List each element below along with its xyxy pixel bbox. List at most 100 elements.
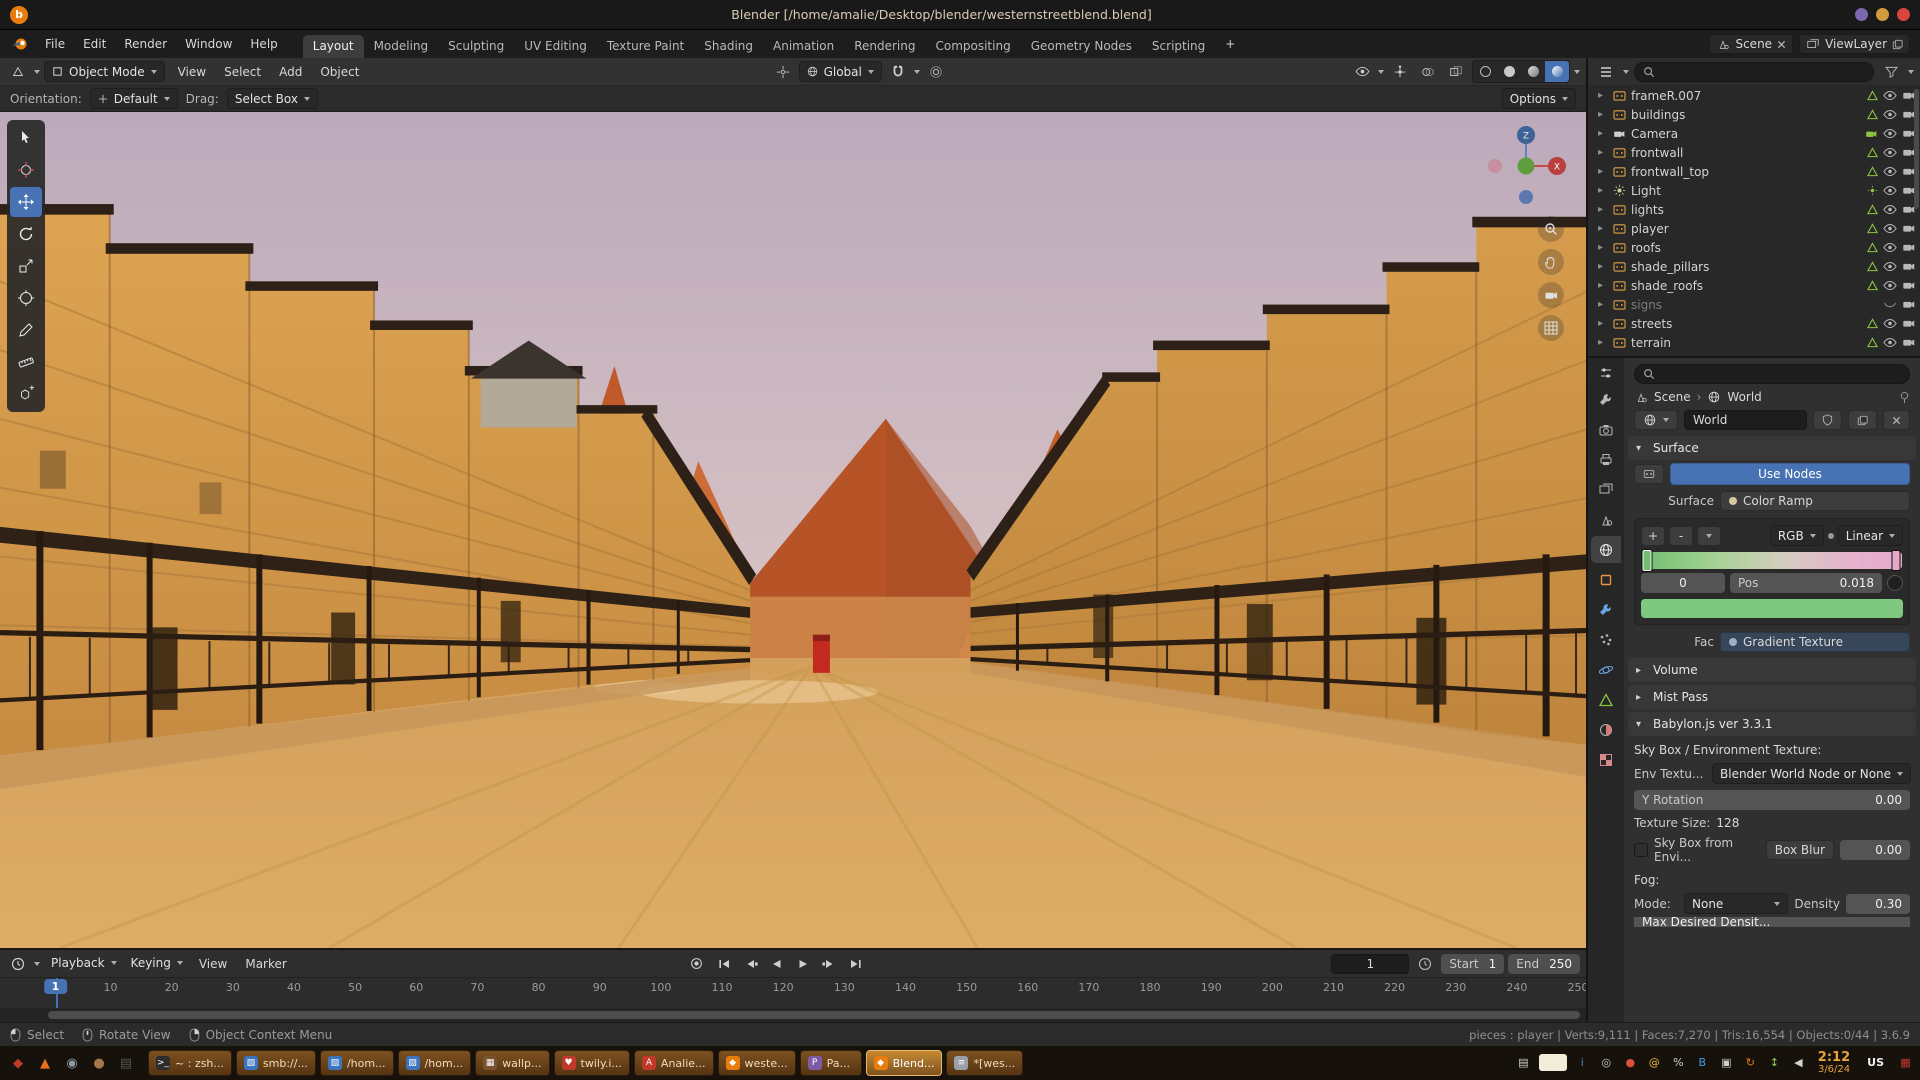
ramp-tools-button[interactable] xyxy=(1697,526,1721,546)
babylon-panel-header[interactable]: ▾Babylon.js ver 3.3.1 xyxy=(1628,712,1916,736)
ramp-add-button[interactable]: + xyxy=(1641,526,1665,546)
taskbar-window-button[interactable]: ▨/hom... xyxy=(398,1050,472,1076)
surface-panel-header[interactable]: ▾Surface xyxy=(1628,436,1916,460)
taskbar-clock[interactable]: 2:12 3/6/24 xyxy=(1818,1051,1850,1075)
ramp-index-field[interactable]: 0 xyxy=(1641,573,1725,593)
workspace-tab-shading[interactable]: Shading xyxy=(694,35,763,58)
outliner-item-shade_roofs[interactable]: ▸shade_roofs xyxy=(1588,276,1920,295)
box-blur-button[interactable]: Box Blur xyxy=(1766,840,1834,860)
properties-tab-view-layer[interactable] xyxy=(1591,476,1621,503)
viewport-menu-select[interactable]: Select xyxy=(215,61,270,83)
hide-in-viewport-icon[interactable] xyxy=(1883,318,1897,329)
expand-caret-icon[interactable]: ▸ xyxy=(1598,299,1608,310)
gizmo-y[interactable] xyxy=(1518,158,1535,175)
disable-in-renders-icon[interactable] xyxy=(1902,280,1916,291)
blender-logo-icon[interactable] xyxy=(10,36,30,52)
skybox-from-env-checkbox[interactable] xyxy=(1634,843,1648,857)
menu-window[interactable]: Window xyxy=(176,33,241,55)
tool-select-box[interactable] xyxy=(10,123,42,153)
properties-tab-texture[interactable] xyxy=(1591,746,1621,773)
menu-help[interactable]: Help xyxy=(241,33,286,55)
properties-tab-output[interactable] xyxy=(1591,446,1621,473)
proportional-edit-icon[interactable] xyxy=(924,61,948,82)
launcher-app-menu-icon[interactable]: ◆ xyxy=(6,1051,30,1075)
taskbar-window-button[interactable]: >_~ : zsh... xyxy=(148,1050,232,1076)
pin-icon[interactable] xyxy=(1899,391,1910,404)
tool-cursor[interactable] xyxy=(10,155,42,185)
add-workspace-button[interactable]: + xyxy=(1217,33,1243,56)
navigation-gizmo[interactable]: Z X xyxy=(1480,120,1572,212)
workspace-tab-uv-editing[interactable]: UV Editing xyxy=(514,35,597,58)
shading-options-chevron[interactable] xyxy=(1574,70,1580,74)
hide-in-viewport-icon[interactable] xyxy=(1883,166,1897,177)
pan-hand-icon[interactable] xyxy=(1538,249,1564,275)
tray-network-icon[interactable]: ↕ xyxy=(1766,1054,1783,1071)
outliner-item-name[interactable]: frontwall_top xyxy=(1631,165,1709,179)
outliner-item-player[interactable]: ▸player xyxy=(1588,219,1920,238)
use-nodes-button[interactable]: Use Nodes xyxy=(1670,463,1910,485)
properties-editor-type-button[interactable] xyxy=(1594,362,1618,383)
hide-in-viewport-icon[interactable] xyxy=(1883,280,1897,291)
expand-caret-icon[interactable]: ▸ xyxy=(1598,261,1608,272)
outliner-search-input[interactable] xyxy=(1634,62,1874,82)
drag-dropdown[interactable]: Select Box xyxy=(227,88,318,109)
current-frame-badge[interactable]: 1 xyxy=(44,979,68,994)
expand-caret-icon[interactable]: ▸ xyxy=(1598,337,1608,348)
workspace-tab-scripting[interactable]: Scripting xyxy=(1142,35,1215,58)
expand-caret-icon[interactable]: ▸ xyxy=(1598,185,1608,196)
texture-size-value[interactable]: 128 xyxy=(1716,816,1739,830)
auto-key-icon[interactable] xyxy=(685,953,709,974)
disable-in-renders-icon[interactable] xyxy=(1902,299,1916,310)
node-icon-button[interactable] xyxy=(1634,464,1664,484)
blender-app-icon[interactable]: b xyxy=(10,6,28,24)
expand-caret-icon[interactable]: ▸ xyxy=(1598,166,1608,177)
zoom-icon[interactable] xyxy=(1538,216,1564,242)
ramp-pos-field[interactable]: Pos0.018 xyxy=(1730,573,1882,593)
hide-in-viewport-icon[interactable] xyxy=(1883,128,1897,139)
timeline-menu-view[interactable]: View xyxy=(190,953,236,975)
gizmos-icon[interactable] xyxy=(1388,61,1412,82)
expand-caret-icon[interactable]: ▸ xyxy=(1598,128,1608,139)
tray-screenshot-icon[interactable]: ◎ xyxy=(1598,1054,1615,1071)
gizmo-minus-x[interactable] xyxy=(1488,159,1502,173)
outliner-item-roofs[interactable]: ▸roofs xyxy=(1588,238,1920,257)
window-close-button[interactable] xyxy=(1897,8,1910,21)
hide-in-viewport-icon[interactable] xyxy=(1883,90,1897,101)
launcher-security-tool-icon[interactable]: ◉ xyxy=(60,1051,84,1075)
timeline-menu-marker[interactable]: Marker xyxy=(236,953,295,975)
unlink-scene-icon[interactable] xyxy=(1777,40,1786,49)
viewport-3d[interactable]: Z X xyxy=(0,112,1586,948)
expand-caret-icon[interactable]: ▸ xyxy=(1598,204,1608,215)
expand-caret-icon[interactable]: ▸ xyxy=(1598,223,1608,234)
ramp-remove-button[interactable]: - xyxy=(1669,526,1693,546)
menu-file[interactable]: File xyxy=(36,33,74,55)
frame-start-field[interactable]: Start1 xyxy=(1441,954,1504,974)
disable-in-renders-icon[interactable] xyxy=(1902,261,1916,272)
surface-value-button[interactable]: Color Ramp xyxy=(1720,491,1910,511)
ramp-stop-end[interactable] xyxy=(1891,550,1900,571)
jump-to-end-button[interactable] xyxy=(843,953,867,974)
expand-caret-icon[interactable]: ▸ xyxy=(1598,318,1608,329)
taskbar-window-button[interactable]: AAnalie... xyxy=(634,1050,714,1076)
taskbar-window-button[interactable]: ▨/hom... xyxy=(320,1050,394,1076)
max-density-field[interactable]: Max Desired Densit... xyxy=(1634,917,1910,927)
properties-tab-render[interactable] xyxy=(1591,416,1621,443)
breadcrumb-world[interactable]: World xyxy=(1727,390,1761,404)
properties-tab-tool[interactable] xyxy=(1591,386,1621,413)
mist-pass-panel-header[interactable]: ▸Mist Pass xyxy=(1628,685,1916,709)
tray-bluetooth-icon[interactable]: B xyxy=(1694,1054,1711,1071)
outliner-item-name[interactable]: roofs xyxy=(1631,241,1661,255)
viewport-menu-object[interactable]: Object xyxy=(311,61,368,83)
xray-icon[interactable] xyxy=(1444,61,1468,82)
outliner-item-name[interactable]: frameR.007 xyxy=(1631,89,1701,103)
frame-end-field[interactable]: End250 xyxy=(1508,954,1580,974)
outliner-item-light[interactable]: ▸Light xyxy=(1588,181,1920,200)
hide-in-viewport-icon[interactable] xyxy=(1883,109,1897,120)
ramp-stop-active[interactable] xyxy=(1643,550,1652,571)
outliner-item-terrain[interactable]: ▸terrain xyxy=(1588,333,1920,352)
env-texture-dropdown[interactable]: Blender World Node or None xyxy=(1712,763,1911,784)
window-shade-button[interactable] xyxy=(1855,8,1868,21)
tool-transform[interactable] xyxy=(10,283,42,313)
new-world-button[interactable] xyxy=(1848,410,1877,430)
outliner-item-name[interactable]: shade_pillars xyxy=(1631,260,1709,274)
